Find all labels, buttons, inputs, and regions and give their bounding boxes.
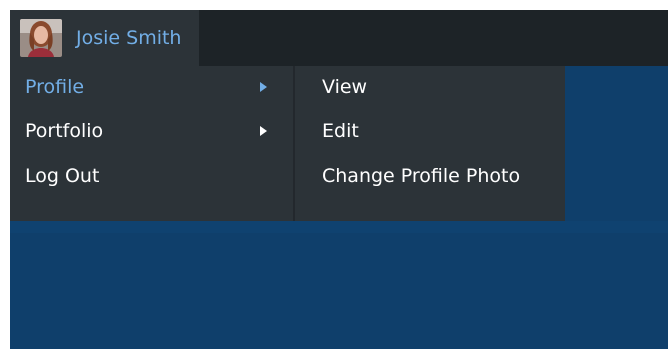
user-avatar-icon — [20, 19, 62, 57]
menu-item-logout-label: Log Out — [25, 165, 100, 187]
submenu-item-change-photo[interactable]: Change Profile Photo — [295, 155, 565, 199]
admin-toolbar: Josie Smith — [10, 10, 668, 66]
menu-item-portfolio[interactable]: Portfolio — [10, 110, 295, 154]
submenu-item-view-label: View — [322, 76, 368, 98]
menu-item-profile-label: Profile — [25, 76, 85, 98]
user-account-menu-toggle[interactable]: Josie Smith — [10, 10, 199, 66]
page-content-strip — [10, 221, 668, 233]
submenu-arrow-icon — [260, 82, 267, 92]
user-avatar[interactable] — [20, 19, 62, 57]
submenu-item-edit[interactable]: Edit — [295, 110, 565, 154]
submenu-item-change-photo-label: Change Profile Photo — [322, 165, 521, 187]
menu-item-portfolio-label: Portfolio — [25, 120, 104, 142]
profile-submenu: View Edit Change Profile Photo — [293, 66, 565, 221]
menu-item-profile[interactable]: Profile — [10, 66, 295, 110]
user-dropdown-menu: Profile Portfolio Log Out — [10, 66, 295, 221]
user-display-name: Josie Smith — [76, 27, 182, 49]
submenu-item-view[interactable]: View — [295, 66, 565, 110]
menu-item-logout[interactable]: Log Out — [10, 155, 295, 199]
admin-page: Josie Smith Profile Portfolio Log Out Vi… — [10, 10, 668, 349]
submenu-item-edit-label: Edit — [322, 120, 359, 142]
submenu-arrow-icon — [260, 126, 267, 136]
